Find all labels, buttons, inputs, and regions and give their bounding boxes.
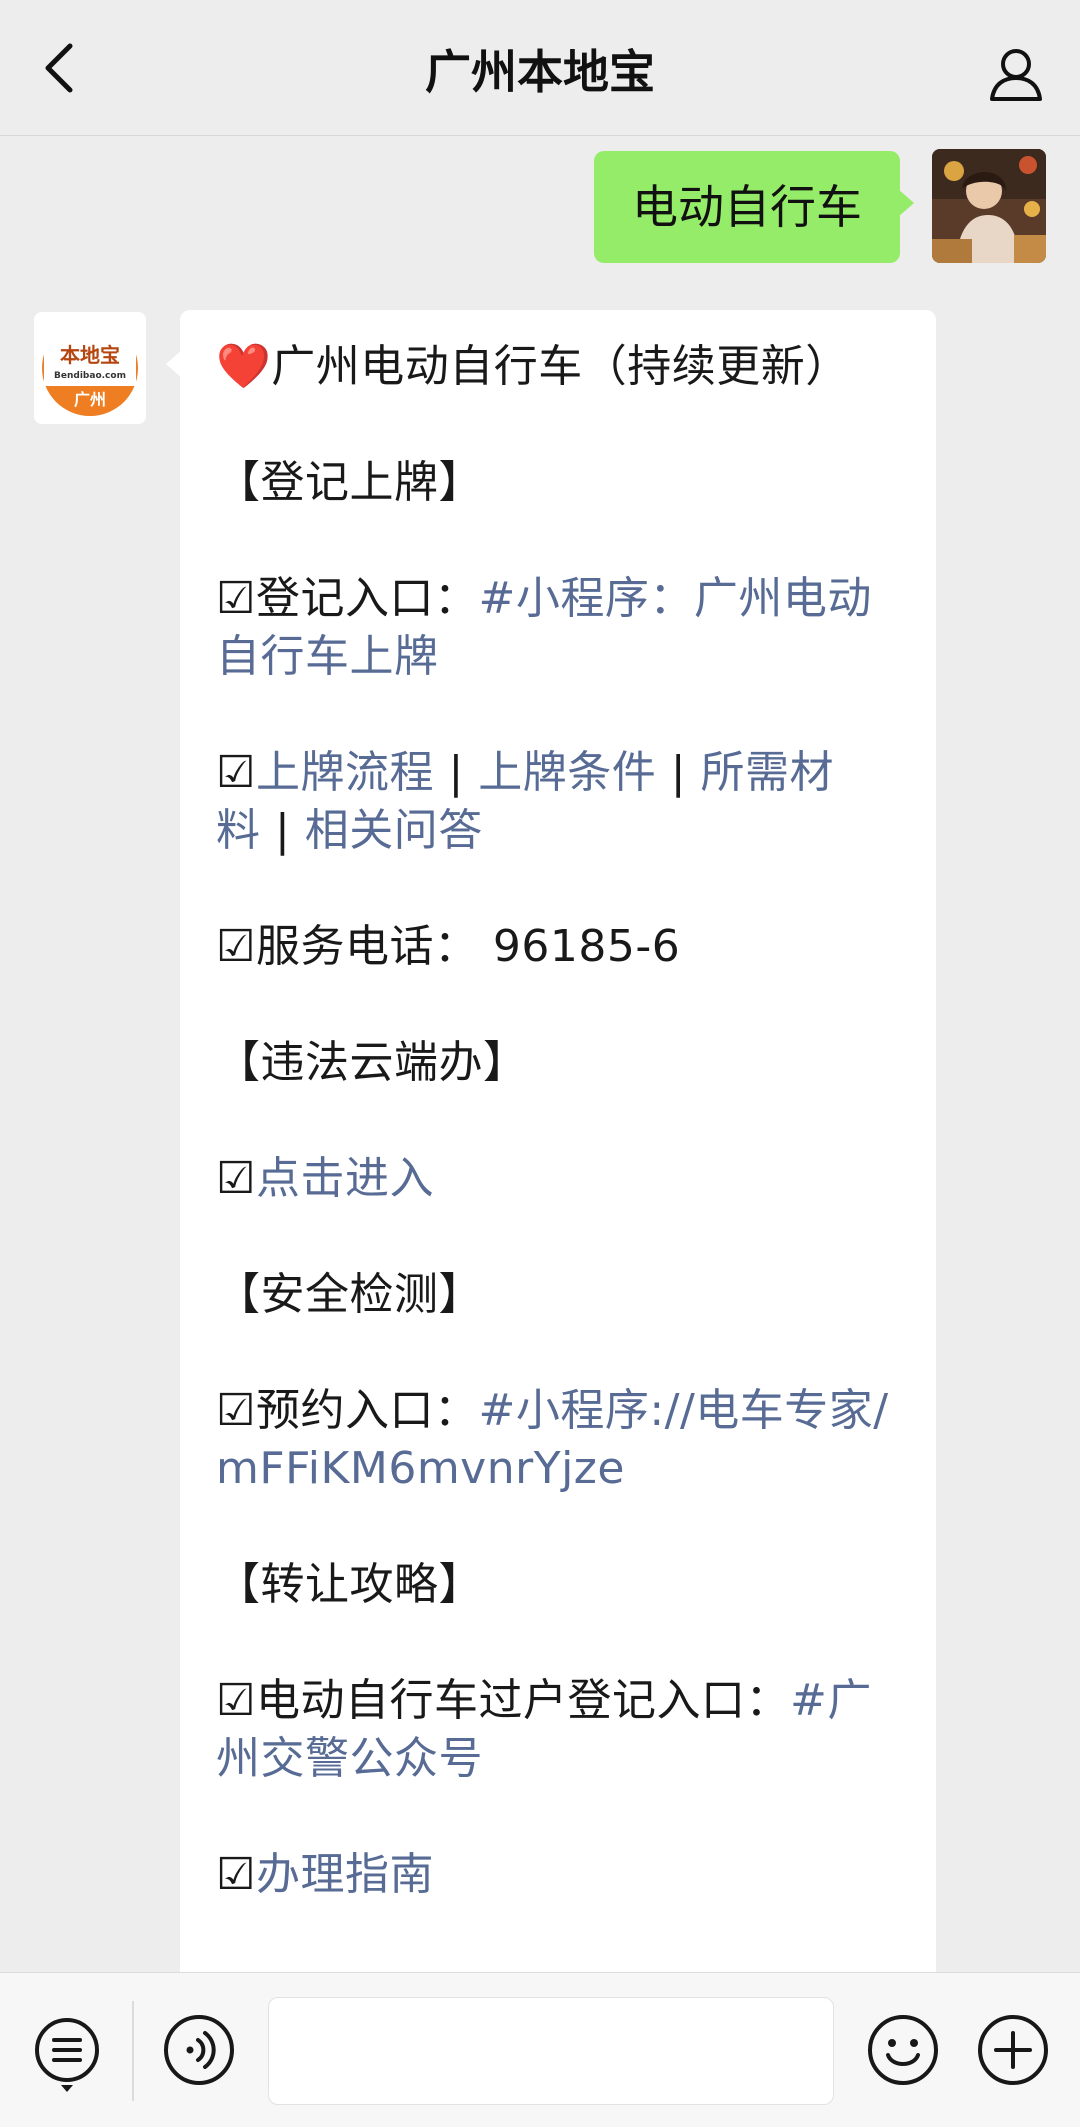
registration-entry-row: ☑登记入口：#小程序：广州电动 (216, 570, 898, 628)
message-title: ❤️广州电动自行车（持续更新） (216, 338, 898, 396)
link-plate-process[interactable]: 上牌流程 (256, 747, 434, 798)
link-related-qa[interactable]: 相关问答 (305, 805, 483, 856)
registration-links-row: ☑上牌流程 | 上牌条件 | 所需材 (216, 747, 835, 798)
svg-text:Bendibao.com: Bendibao.com (54, 371, 126, 381)
top-navigation-bar: 广州本地宝 (0, 0, 1080, 136)
traffic-police-account-link-cont[interactable]: 州交警公众号 (216, 1733, 483, 1784)
message-input[interactable] (268, 1997, 834, 2105)
appointment-entry-row: ☑预约入口：#小程序://电车专家/ (216, 1382, 898, 1440)
received-message-bubble[interactable]: ❤️广州电动自行车（持续更新） 【登记上牌】 ☑登记入口：#小程序：广州电动 自… (166, 310, 936, 2010)
registration-miniprogram-link[interactable]: #小程序：广州电动 (478, 573, 871, 624)
message-title-text: 广州电动自行车（持续更新） (271, 341, 850, 392)
appointment-entry-label: ☑预约入口： (216, 1385, 479, 1436)
section-heading-registration: 【登记上牌】 (216, 457, 483, 508)
traffic-police-account-link[interactable]: #广 (790, 1675, 872, 1726)
appointment-miniprogram-link-cont[interactable]: mFFiKM6mvnrYjze (216, 1443, 625, 1494)
emoji-icon[interactable] (866, 2013, 940, 2087)
transfer-entry-row: ☑电动自行车过户登记入口：#广 (216, 1672, 898, 1730)
service-phone: ☑服务电话： 96185-6 (216, 921, 681, 972)
menu-list-icon[interactable] (32, 2015, 102, 2093)
violations-row: ☑点击进入 (216, 1150, 898, 1208)
voice-icon[interactable] (162, 2013, 236, 2087)
registration-entry-label: ☑登记入口： (216, 573, 479, 624)
person-icon[interactable] (986, 44, 1046, 104)
checkbox-icon: ☑ (216, 747, 256, 798)
bottom-input-bar (0, 1972, 1080, 2127)
chat-title: 广州本地宝 (425, 45, 655, 99)
checkbox-icon: ☑ (216, 1153, 256, 1204)
checkbox-icon: ☑ (216, 1849, 256, 1900)
section-heading-safety-check: 【安全检测】 (216, 1269, 483, 1320)
svg-text:广州: 广州 (74, 390, 106, 409)
plus-icon[interactable] (976, 2013, 1050, 2087)
bar-divider (132, 2001, 134, 2101)
registration-miniprogram-link-cont[interactable]: 自行车上牌 (216, 631, 439, 682)
link-handling-guide[interactable]: 办理指南 (256, 1849, 434, 1900)
svg-text:本地宝: 本地宝 (60, 343, 120, 367)
guide-row: ☑办理指南 (216, 1846, 898, 1904)
section-heading-transfer: 【转让攻略】 (216, 1559, 483, 1610)
transfer-entry-label: ☑电动自行车过户登记入口： (216, 1675, 790, 1726)
link-plate-conditions[interactable]: 上牌条件 (478, 747, 656, 798)
official-account-avatar[interactable]: 本地宝 Bendibao.com 广州 (34, 312, 146, 424)
link-click-enter[interactable]: 点击进入 (256, 1153, 434, 1204)
my-avatar[interactable] (932, 149, 1046, 263)
link-required-materials-cont[interactable]: 料 (216, 805, 261, 856)
heart-icon: ❤️ (216, 341, 272, 392)
section-heading-violations: 【违法云端办】 (216, 1037, 528, 1088)
appointment-miniprogram-link[interactable]: #小程序://电车专家/ (478, 1385, 888, 1436)
sent-message-bubble[interactable]: 电动自行车 (594, 151, 914, 263)
chat-area[interactable]: 电动自行车 本地宝 Bendibao.com 广州 ❤️广州电动自行车（持续更新… (0, 137, 1080, 2010)
link-required-materials[interactable]: 所需材 (701, 747, 835, 798)
